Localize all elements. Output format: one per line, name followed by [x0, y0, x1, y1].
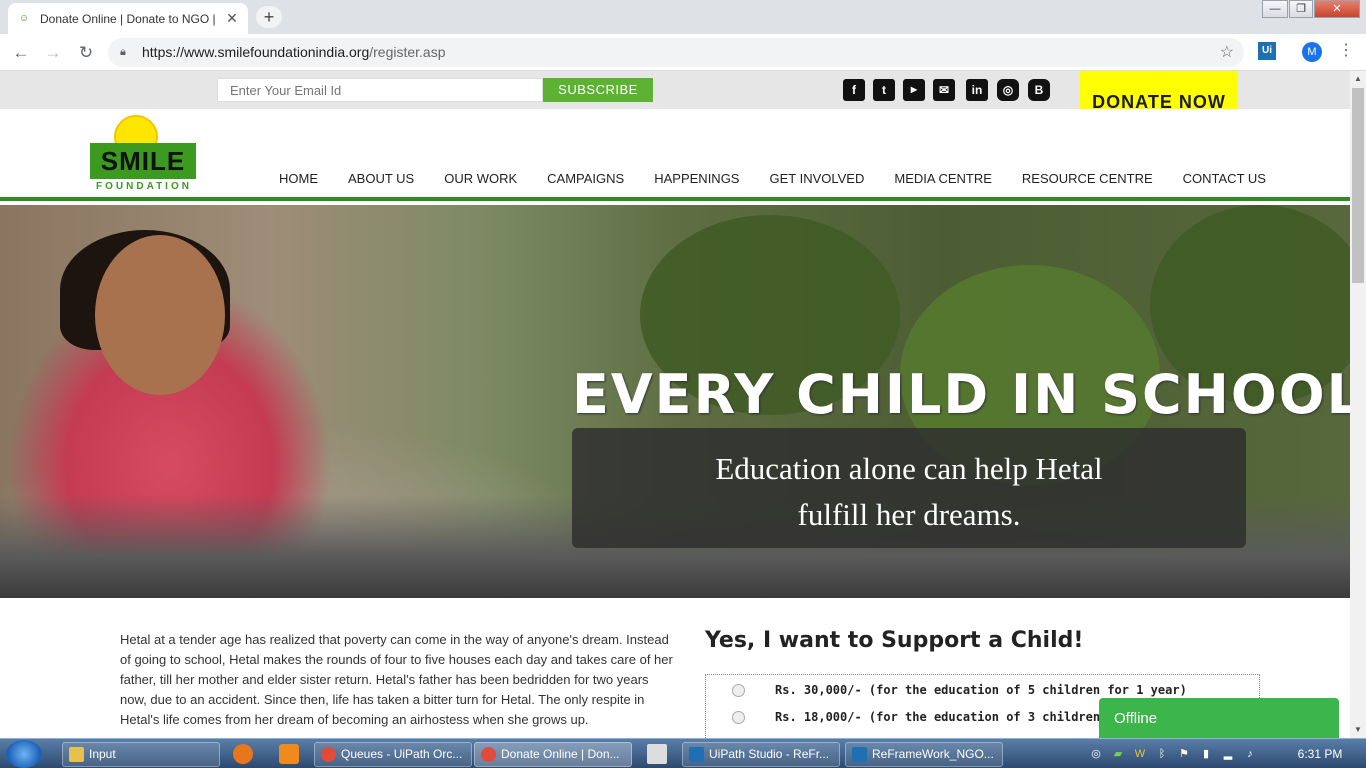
logo-wordmark: SMILE — [90, 143, 196, 179]
twitter-icon[interactable]: t — [873, 79, 895, 101]
task-label: ReFrameWork_NGO... — [872, 747, 994, 761]
radio-button[interactable] — [732, 711, 745, 724]
network-icon[interactable]: ▂ — [1220, 746, 1236, 762]
site-header: SMILE FOUNDATION HOME ABOUT US OUR WORK … — [0, 109, 1350, 201]
logo-subtitle: FOUNDATION — [96, 181, 192, 192]
linkedin-icon[interactable]: in — [966, 79, 988, 101]
web-page: SUBSCRIBE f t ▶ ✉ in ◎ B DONATE NOW SMIL… — [0, 71, 1350, 738]
story-paragraph: Hetal at a tender age has realized that … — [120, 632, 673, 727]
sync-icon[interactable]: ◎ — [1088, 746, 1104, 762]
scroll-down-icon[interactable]: ▼ — [1350, 722, 1366, 738]
nav-media-centre[interactable]: MEDIA CENTRE — [879, 171, 1007, 186]
taskbar-item-uipath-studio[interactable]: UiPath Studio - ReFr... — [682, 742, 840, 767]
nav-home[interactable]: HOME — [264, 171, 333, 186]
browser-menu-icon[interactable]: ⋮ — [1338, 40, 1354, 60]
scroll-up-icon[interactable]: ▲ — [1350, 71, 1366, 87]
site-favicon-icon: ☺ — [18, 13, 30, 24]
new-tab-button[interactable]: + — [256, 6, 282, 28]
hero-caption-line2: fulfill her dreams. — [797, 497, 1021, 532]
nav-campaigns[interactable]: CAMPAIGNS — [532, 171, 639, 186]
main-nav: HOME ABOUT US OUR WORK CAMPAIGNS HAPPENI… — [264, 171, 1281, 186]
hero-banner: EVERY CHILD IN SCHOOL Education alone ca… — [0, 205, 1350, 598]
task-label: Queues - UiPath Orc... — [341, 747, 463, 761]
taskbar-item-reframework[interactable]: ReFrameWork_NGO... — [845, 742, 1003, 767]
url-host: https://www.smilefoundationindia.org — [142, 44, 370, 60]
hero-caption-line1: Education alone can help Hetal — [715, 451, 1103, 486]
nav-about-us[interactable]: ABOUT US — [333, 171, 429, 186]
tab-close-icon[interactable]: ✕ — [224, 10, 240, 27]
reload-icon[interactable]: ↻ — [75, 42, 97, 64]
folder-icon — [69, 747, 84, 762]
browser-toolbar: ← → ↻ 🔒︎ https://www.smilefoundationindi… — [0, 34, 1366, 71]
email-icon[interactable]: ✉ — [933, 79, 955, 101]
chrome-icon — [481, 747, 496, 762]
battery-icon[interactable]: ▮ — [1198, 746, 1214, 762]
taskbar-clock[interactable]: 6:31 PM — [1290, 739, 1350, 768]
task-label: Input — [89, 747, 116, 761]
windows-taskbar: Input Queues - UiPath Orc... Donate Onli… — [0, 738, 1366, 768]
bluetooth-icon[interactable]: ᛒ — [1154, 746, 1170, 762]
flag-icon[interactable]: ⚑ — [1176, 746, 1192, 762]
donation-option[interactable]: Rs. 30,000/- (for the education of 5 chi… — [732, 683, 1187, 697]
uipath-icon — [689, 747, 704, 762]
donation-option-label: Rs. 30,000/- (for the education of 5 chi… — [775, 683, 1187, 697]
window-minimize-button[interactable]: — — [1262, 0, 1288, 18]
chat-status-widget[interactable]: Offline — [1099, 698, 1339, 738]
lock-icon: 🔒︎ — [120, 46, 126, 58]
forward-arrow-icon[interactable]: → — [42, 42, 64, 64]
nav-happenings[interactable]: HAPPENINGS — [639, 171, 754, 186]
nvidia-icon[interactable]: ▰ — [1110, 746, 1126, 762]
firefox-icon[interactable] — [233, 744, 253, 764]
profile-avatar[interactable]: M — [1302, 42, 1322, 62]
nav-contact-us[interactable]: CONTACT US — [1168, 171, 1281, 186]
blogger-icon[interactable]: B — [1028, 79, 1050, 101]
scroll-thumb[interactable] — [1352, 88, 1364, 283]
uipath-icon — [852, 747, 867, 762]
bookmark-star-icon[interactable]: ☆ — [1220, 38, 1234, 67]
back-arrow-icon[interactable]: ← — [10, 42, 32, 64]
support-title: Yes, I want to Support a Child! — [705, 628, 1084, 653]
browser-tab-bar: ☺ Donate Online | Donate to NGO | ✕ + — … — [0, 0, 1366, 34]
task-label: UiPath Studio - ReFr... — [709, 747, 830, 761]
hero-headline: EVERY CHILD IN SCHOOL — [572, 363, 1350, 426]
uipath-extension-icon[interactable]: Ui — [1258, 42, 1276, 60]
window-close-button[interactable]: ✕ — [1314, 0, 1360, 18]
hero-girl-face-shape — [95, 235, 225, 395]
youtube-icon[interactable]: ▶ — [903, 79, 925, 101]
address-bar[interactable]: 🔒︎ https://www.smilefoundationindia.org/… — [108, 38, 1244, 67]
taskbar-item-queues[interactable]: Queues - UiPath Orc... — [314, 742, 472, 767]
subscribe-button[interactable]: SUBSCRIBE — [543, 78, 653, 102]
task-label: Donate Online | Don... — [501, 747, 620, 761]
page-scrollbar[interactable]: ▲ ▼ — [1350, 71, 1366, 738]
hero-caption: Education alone can help Hetal fulfill h… — [572, 428, 1246, 548]
chrome-icon — [321, 747, 336, 762]
start-button[interactable] — [6, 740, 42, 768]
facebook-icon[interactable]: f — [843, 79, 865, 101]
system-tray: ◎ ▰ W ᛒ ⚑ ▮ ▂ ♪ — [1088, 739, 1258, 768]
vlc-icon[interactable] — [279, 744, 299, 764]
word-icon[interactable]: W — [1132, 746, 1148, 762]
nav-get-involved[interactable]: GET INVOLVED — [754, 171, 879, 186]
smile-foundation-logo[interactable]: SMILE FOUNDATION — [88, 115, 200, 193]
tab-title: Donate Online | Donate to NGO | — [40, 11, 216, 26]
snipping-tool-icon[interactable] — [647, 744, 667, 764]
instagram-icon[interactable]: ◎ — [997, 79, 1019, 101]
taskbar-item-donate[interactable]: Donate Online | Don... — [474, 742, 632, 767]
newsletter-email-input[interactable] — [217, 78, 543, 102]
taskbar-item-input[interactable]: Input — [62, 742, 220, 767]
volume-icon[interactable]: ♪ — [1242, 746, 1258, 762]
url-path: /register.asp — [369, 44, 446, 60]
window-maximize-button[interactable]: ❐ — [1289, 0, 1313, 18]
radio-button[interactable] — [732, 684, 745, 697]
nav-our-work[interactable]: OUR WORK — [429, 171, 532, 186]
browser-tab[interactable]: ☺ Donate Online | Donate to NGO | ✕ — [8, 3, 248, 34]
nav-resource-centre[interactable]: RESOURCE CENTRE — [1007, 171, 1168, 186]
